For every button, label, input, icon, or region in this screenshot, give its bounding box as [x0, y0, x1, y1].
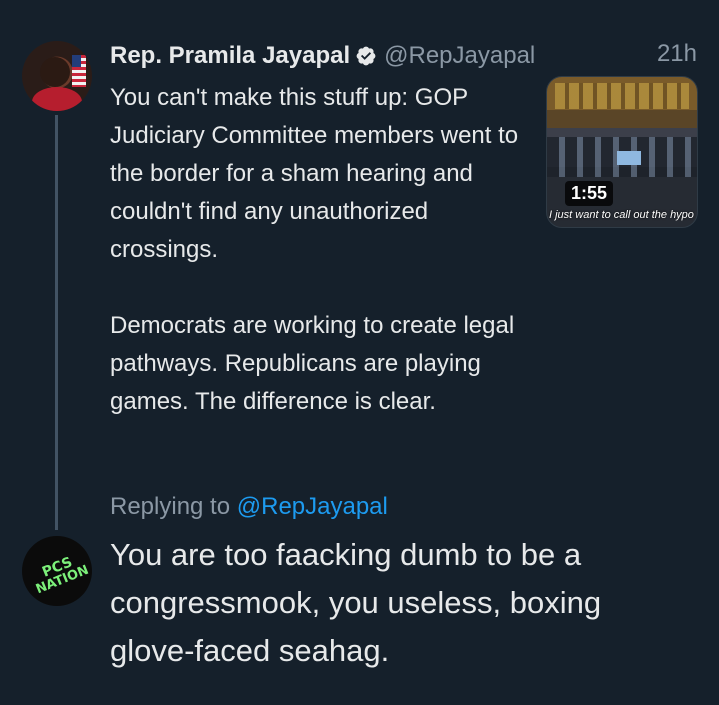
tweet-paragraph: Democrats are working to create legal pa… — [110, 312, 515, 415]
video-caption: I just want to call out the hypo — [549, 209, 694, 221]
hearing-room-wall — [555, 83, 689, 109]
shirt-graphic — [32, 87, 82, 111]
pcs-nation-logo: PCS NATION — [25, 549, 92, 599]
replying-to-line: Replying to @RepJayapal — [110, 493, 388, 521]
author-handle[interactable]: @RepJayapal — [384, 42, 535, 70]
verified-badge-icon — [356, 46, 376, 66]
tweet-timestamp[interactable]: 21h — [657, 40, 697, 68]
tweet-paragraph: You can't make this stuff up: GOP Judici… — [110, 84, 519, 263]
replying-to-label: Replying to — [110, 493, 231, 520]
video-duration-badge: 1:55 — [565, 181, 614, 206]
tweet-text: You can't make this stuff up: GOP Judici… — [110, 79, 540, 421]
tweet-header: Rep. Pramila Jayapal @RepJayapal — [110, 40, 535, 72]
replying-to-mention-link[interactable]: @RepJayapal — [237, 493, 388, 520]
flag-graphic — [72, 55, 86, 87]
thread-connector-line — [55, 115, 58, 530]
monitor-screen — [617, 151, 641, 165]
author-avatar[interactable] — [22, 41, 92, 111]
video-thumbnail[interactable]: 1:55 I just want to call out the hypo — [546, 76, 698, 228]
reply-text: You are too faacking dumb to be a congre… — [110, 537, 602, 668]
reply-author-avatar[interactable]: PCS NATION — [22, 536, 92, 606]
author-name[interactable]: Rep. Pramila Jayapal — [110, 42, 350, 70]
person-graphic — [40, 57, 70, 87]
